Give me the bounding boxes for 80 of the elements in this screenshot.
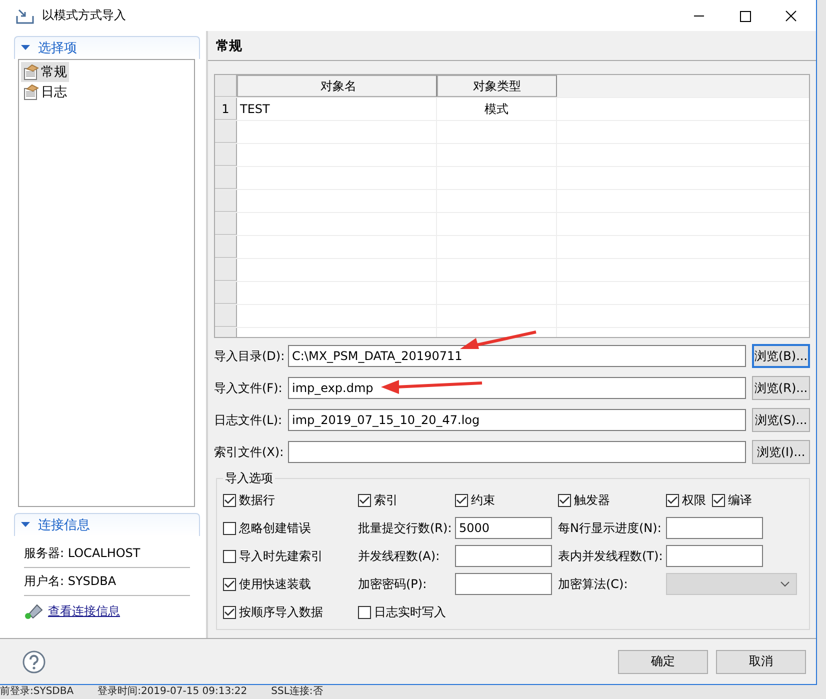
field-label: 每N行显示进度(N): [558,520,662,536]
caret-icon [21,45,30,51]
import-icon [16,8,34,24]
row-header[interactable] [215,213,237,235]
option-checkbox[interactable]: 索引 [358,489,455,511]
option-checkbox[interactable]: 导入时先建索引 [223,545,358,567]
browse-button[interactable]: 浏览(B)... [752,344,810,368]
field-label: 导入目录(D): [214,348,286,364]
section-header[interactable]: 连接信息 [14,513,200,536]
corner-header[interactable] [215,75,237,97]
browse-button[interactable]: 浏览(S)... [752,408,810,432]
document-icon [23,64,39,80]
window-title: 以模式方式导入 [42,7,126,24]
field-label: 索引文件(X): [214,444,285,460]
row-header[interactable] [215,282,237,304]
option-checkbox[interactable]: 日志实时写入 [358,601,455,623]
row-header[interactable] [215,305,237,327]
arrow-icon [380,378,484,394]
check-icon [224,608,235,616]
path-field[interactable]: C:\MX_PSM_DATA_20190711 [288,345,746,367]
column-header[interactable]: 对象类型 [437,75,557,97]
option-checkbox[interactable]: 编译 [712,489,752,511]
option-checkbox[interactable]: 约束 [455,489,558,511]
tree-item[interactable]: 常规 [21,62,69,82]
status-text: 登录时间:2019-07-15 09:13:22 [98,686,248,698]
tree-item[interactable]: 日志 [21,82,69,102]
row-header[interactable] [215,121,237,143]
caret-icon [21,522,30,528]
status-text: SSL连接:否 [271,686,323,698]
field-label: 导入文件(F): [214,380,284,396]
browse-button[interactable]: 浏览(R)... [752,376,810,400]
field-label: 批量提交行数(R): [358,520,453,536]
option-checkbox[interactable]: 数据行 [223,489,358,511]
field-label: 日志文件(L): [214,412,284,428]
check-icon [224,496,235,504]
connection-link[interactable]: 查看连接信息 [48,602,120,620]
path-field[interactable]: imp_2019_07_15_10_20_47.log [288,409,746,431]
help-icon[interactable] [22,650,46,674]
check-icon [456,496,467,504]
dialog-button[interactable]: 确定 [618,650,708,674]
column-header[interactable]: 对象名 [237,75,437,97]
option-checkbox[interactable]: 按顺序导入数据 [223,601,358,623]
row-header[interactable] [215,236,237,258]
option-checkbox[interactable]: 使用快速装载 [223,573,358,595]
field-label: 并发线程数(A): [358,548,441,564]
option-checkbox[interactable]: 忽略创建错误 [223,517,358,539]
row-header[interactable] [215,167,237,189]
dialog-button[interactable]: 取消 [716,650,806,674]
status-text: 前登录:SYSDBA [0,686,74,698]
panel-title: 常规 [216,38,242,54]
connection-info: 用户名: SYSDBA [24,568,190,596]
path-field[interactable]: imp_exp.dmp [288,377,746,399]
row-header[interactable] [215,144,237,166]
connection-info: 服务器: LOCALHOST [24,540,190,568]
number-field[interactable] [455,545,552,567]
number-field[interactable] [666,517,763,539]
number-field[interactable] [455,573,552,595]
check-icon [713,496,724,504]
row-number: 1 [215,98,237,120]
browse-button[interactable]: 浏览(I)... [752,440,810,464]
check-icon [359,496,370,504]
row-header[interactable] [215,259,237,281]
document-icon [23,84,39,100]
number-field[interactable] [666,545,763,567]
option-checkbox[interactable]: 触发器 [558,489,666,511]
field-label: 表内并发线程数(T): [558,548,664,564]
row-header[interactable] [215,190,237,212]
plug-icon [24,602,44,620]
group-title: 导入选项 [224,470,274,487]
check-icon [667,496,678,504]
section-header[interactable]: 选择项 [14,36,200,59]
field-label: 加密算法(C): [558,576,629,592]
table-cell: 模式 [437,98,557,120]
check-icon [224,580,235,588]
check-icon [559,496,570,504]
number-field[interactable]: 5000 [455,517,552,539]
table-cell: TEST [237,98,437,120]
field-label: 加密密码(P): [358,576,428,592]
option-checkbox[interactable]: 权限 [666,489,706,511]
chevron-icon [780,581,790,587]
